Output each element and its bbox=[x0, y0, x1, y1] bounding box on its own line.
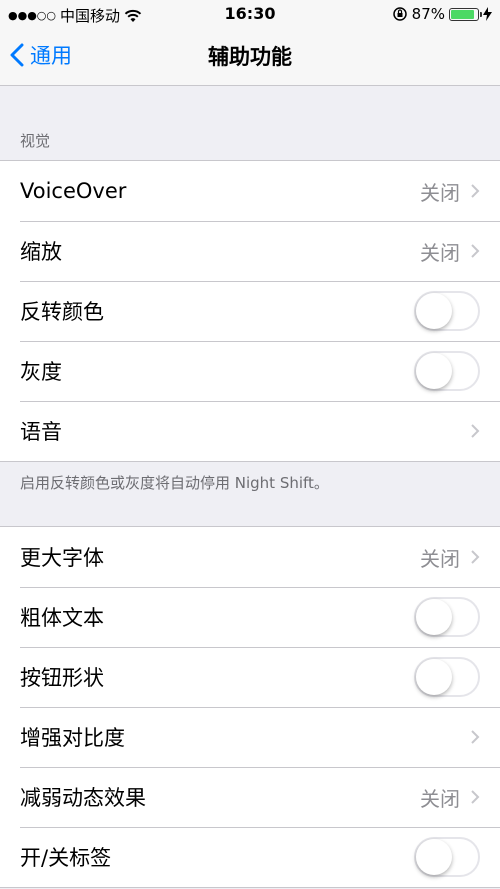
row-value: 关闭 bbox=[420, 180, 460, 205]
battery-level-fill bbox=[451, 9, 474, 19]
row-zoom[interactable]: 缩放 关闭 bbox=[0, 221, 500, 281]
row-on-off-labels: 开/关标签 bbox=[0, 827, 500, 887]
toggle-knob bbox=[416, 353, 452, 389]
row-label: 开/关标签 bbox=[20, 846, 112, 870]
chevron-right-icon bbox=[471, 184, 480, 198]
row-label: 语音 bbox=[20, 420, 62, 444]
grayscale-toggle[interactable] bbox=[414, 351, 480, 391]
button-shapes-toggle[interactable] bbox=[414, 657, 480, 697]
row-larger-text[interactable]: 更大字体 关闭 bbox=[0, 527, 500, 587]
toggle-knob bbox=[416, 599, 452, 635]
settings-group-vision: VoiceOver 关闭 缩放 关闭 反转颜色 灰度 语音 bbox=[0, 160, 500, 462]
toggle-knob bbox=[416, 839, 452, 875]
toggle-knob bbox=[416, 293, 452, 329]
row-label: 粗体文本 bbox=[20, 606, 104, 630]
section-footer-note: 启用反转颜色或灰度将自动停用 Night Shift。 bbox=[20, 474, 329, 492]
chevron-right-icon bbox=[471, 424, 480, 438]
row-voiceover[interactable]: VoiceOver 关闭 bbox=[0, 161, 500, 221]
row-invert-colors: 反转颜色 bbox=[0, 281, 500, 341]
navigation-bar: 通用 辅助功能 bbox=[0, 28, 500, 86]
battery-icon bbox=[449, 7, 482, 21]
orientation-lock-icon bbox=[392, 7, 407, 21]
settings-group-text: 更大字体 关闭 粗体文本 按钮形状 增强对比度 减弱动态效果 关闭 开/关标签 bbox=[0, 526, 500, 888]
battery-percent: 87% bbox=[411, 5, 445, 23]
row-value: 关闭 bbox=[420, 546, 460, 571]
on-off-labels-toggle[interactable] bbox=[414, 837, 480, 877]
status-bar: ●●●○○ 中国移动 16:30 87% bbox=[0, 0, 500, 28]
row-reduce-motion[interactable]: 减弱动态效果 关闭 bbox=[0, 767, 500, 827]
row-value: 关闭 bbox=[420, 240, 460, 265]
row-speech[interactable]: 语音 bbox=[0, 401, 500, 461]
row-label: 更大字体 bbox=[20, 546, 104, 570]
row-value: 关闭 bbox=[420, 786, 460, 811]
settings-list: 视觉 VoiceOver 关闭 缩放 关闭 反转颜色 灰度 语音 启用反转颜色或… bbox=[0, 86, 500, 888]
row-label: 缩放 bbox=[20, 240, 62, 264]
chevron-right-icon bbox=[471, 730, 480, 744]
chevron-right-icon bbox=[471, 550, 480, 564]
page-title: 辅助功能 bbox=[208, 45, 292, 69]
row-button-shapes: 按钮形状 bbox=[0, 647, 500, 707]
status-right: 87% bbox=[392, 5, 492, 23]
row-label: 增强对比度 bbox=[20, 726, 125, 750]
row-grayscale: 灰度 bbox=[0, 341, 500, 401]
row-increase-contrast[interactable]: 增强对比度 bbox=[0, 707, 500, 767]
invert-colors-toggle[interactable] bbox=[414, 291, 480, 331]
row-label: 反转颜色 bbox=[20, 300, 104, 324]
chevron-right-icon bbox=[471, 244, 480, 258]
chevron-right-icon bbox=[471, 790, 480, 804]
section-header-vision: 视觉 bbox=[20, 132, 51, 150]
row-label: 减弱动态效果 bbox=[20, 786, 146, 810]
charging-bolt-icon bbox=[483, 7, 492, 21]
row-label: VoiceOver bbox=[20, 179, 127, 203]
row-label: 灰度 bbox=[20, 360, 62, 384]
toggle-knob bbox=[416, 659, 452, 695]
row-bold-text: 粗体文本 bbox=[0, 587, 500, 647]
bold-text-toggle[interactable] bbox=[414, 597, 480, 637]
row-label: 按钮形状 bbox=[20, 666, 104, 690]
